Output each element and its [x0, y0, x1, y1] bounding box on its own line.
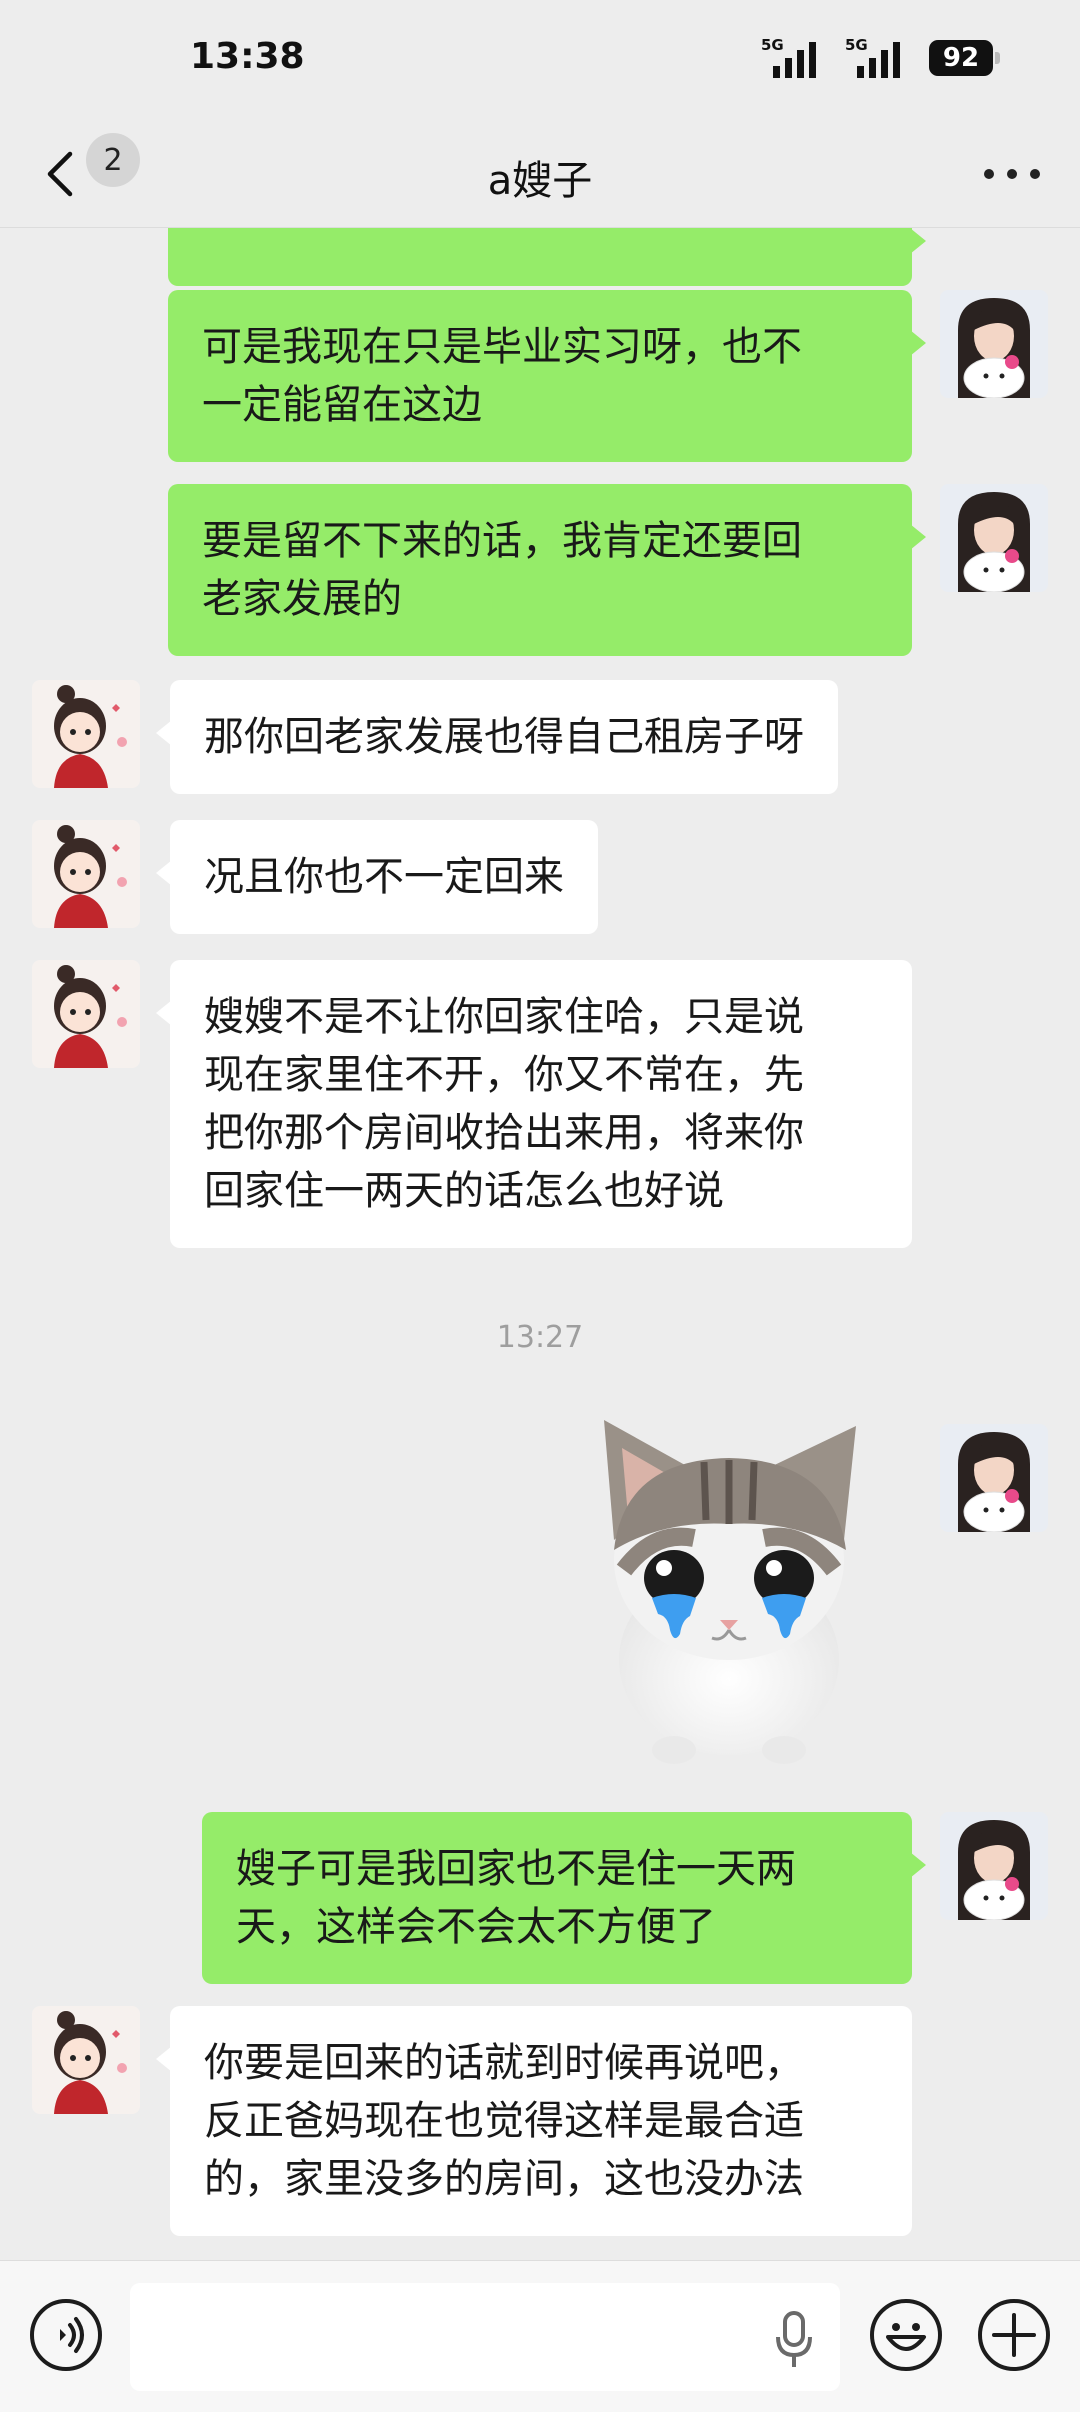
- battery-icon: 92: [929, 40, 1000, 76]
- message-timestamp: 13:27: [496, 1320, 584, 1355]
- message-input[interactable]: [130, 2283, 840, 2391]
- message-bubble-sent[interactable]: 可是我现在只是毕业实习呀，也不 一定能留在这边: [168, 290, 926, 462]
- contact-avatar[interactable]: [32, 820, 140, 928]
- status-icons: 5G 5G 92: [761, 36, 1000, 78]
- crying-cat-sticker[interactable]: [594, 1420, 864, 1770]
- message-bubble-received[interactable]: 那你回老家发展也得自己租房子呀: [156, 680, 838, 794]
- voice-wave-icon: [60, 2317, 84, 2353]
- contact-avatar[interactable]: [32, 960, 140, 1068]
- my-avatar[interactable]: [940, 1424, 1048, 1532]
- status-time: 13:38: [190, 36, 305, 77]
- message-list[interactable]: 可是我现在只是毕业实习呀，也不 一定能留在这边 要是留不下来的话，我肯定还要回 …: [0, 228, 1080, 2260]
- my-avatar[interactable]: [940, 290, 1048, 398]
- chat-title: a嫂子: [487, 158, 593, 204]
- message-bubble-partial[interactable]: [168, 228, 926, 286]
- voice-input-button[interactable]: [30, 2299, 102, 2371]
- contact-avatar[interactable]: [32, 2006, 140, 2114]
- signal-icon: 5G: [761, 36, 823, 78]
- status-bar: 13:38 5G 5G 92: [0, 0, 1080, 120]
- more-options-icon[interactable]: [984, 156, 1040, 192]
- plus-icon: [992, 2313, 1036, 2357]
- message-bubble-received[interactable]: 况且你也不一定回来: [156, 820, 598, 934]
- battery-level: 92: [929, 40, 993, 76]
- chat-header: 2 a嫂子: [0, 120, 1080, 228]
- smiley-icon: [886, 2323, 926, 2351]
- input-bar: [0, 2260, 1080, 2412]
- emoji-button[interactable]: [870, 2299, 942, 2371]
- contact-avatar[interactable]: [32, 680, 140, 788]
- my-avatar[interactable]: [940, 1812, 1048, 1920]
- my-avatar[interactable]: [940, 484, 1048, 592]
- message-bubble-received[interactable]: 你要是回来的话就到时候再说吧， 反正爸妈现在也觉得这样是最合适 的，家里没多的房…: [156, 2006, 912, 2236]
- signal-icon: 5G: [845, 36, 907, 78]
- message-bubble-received[interactable]: 嫂嫂不是不让你回家住哈，只是说 现在家里住不开，你又不常在，先 把你那个房间收拾…: [156, 960, 912, 1248]
- message-bubble-sent[interactable]: 嫂子可是我回家也不是住一天两 天，这样会不会太不方便了: [202, 1812, 926, 1984]
- more-functions-button[interactable]: [978, 2299, 1050, 2371]
- message-bubble-sent[interactable]: 要是留不下来的话，我肯定还要回 老家发展的: [168, 484, 926, 656]
- microphone-icon[interactable]: [772, 2309, 816, 2369]
